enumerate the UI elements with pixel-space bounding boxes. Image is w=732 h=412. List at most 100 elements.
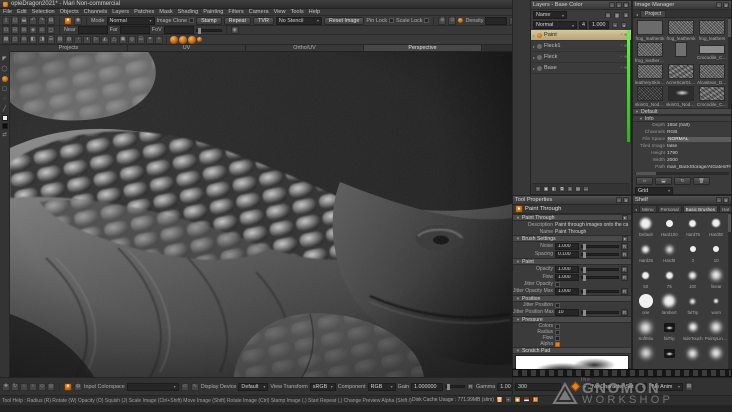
paint-through-tool-icon[interactable]: ● [64,16,72,25]
viewport-tab[interactable]: Ortho/UV [246,45,364,51]
pressure-checkbox[interactable] [555,329,560,335]
menu-item[interactable]: Patches [134,9,154,15]
section-menu-icon[interactable]: ▸ [622,235,628,242]
image-thumbnail[interactable] [699,64,725,79]
pressure-checkbox[interactable] [555,341,560,347]
clear-cache-icon[interactable]: 🗑 [495,396,503,403]
viewport-tab[interactable]: Projects [10,45,128,51]
half-icon[interactable]: ◑ [83,35,91,44]
save-image-button[interactable]: ⬓ [655,177,672,185]
reload-image-button[interactable]: ↻ [674,177,691,185]
mode-dropdown[interactable]: Normal ▾ [106,16,155,25]
brush-item[interactable]: 50 [634,266,658,292]
archive-icon[interactable]: ▤ [47,16,55,25]
view-mode-dropdown[interactable]: Grid ▾ [635,186,673,195]
layers-view-icon[interactable]: ▤ [56,35,64,44]
display-device-dropdown[interactable]: Default ▾ [238,382,269,391]
viewport-3d-canvas[interactable] [10,52,512,377]
mirror-icon[interactable]: ◈ [29,26,37,34]
star-icon[interactable]: ✧ [155,35,163,44]
shader-ball-icon[interactable] [458,18,464,23]
info-group-default[interactable]: ▼ Default [633,108,731,115]
import-icon[interactable]: ↶ [29,16,37,25]
close-panel-icon[interactable]: ✕ [623,197,629,203]
reset-button[interactable]: R [621,265,628,273]
brush-item[interactable]: Hard100 [658,214,682,240]
section-scratch-pad[interactable]: ▼ Scratch Pad [513,347,631,354]
brush-item[interactable]: 10 [705,240,729,266]
layer-mask-icon[interactable]: ▫ [621,54,623,60]
image-thumbnail-cell[interactable]: AcneScar01_N [666,64,696,85]
remove-layer-icon[interactable]: — [583,185,589,192]
paint-target-icon[interactable]: ◨ [38,35,46,44]
section-menu-icon[interactable]: ▸ [622,214,628,221]
brush-item[interactable] [681,344,705,370]
section-brush-settings[interactable]: ▼ Brush Settings ▸ [513,235,631,242]
pressure-checkbox[interactable] [555,323,560,329]
brush-item[interactable]: Hard75 [681,214,705,240]
info-horizontal-scrollbar[interactable] [635,172,729,175]
setting-value-field[interactable]: 1.000 [555,265,579,273]
setting-slider[interactable] [581,266,619,273]
image-thumbnail[interactable] [637,42,663,57]
property-value[interactable]: 1790 [667,151,731,156]
brush-item[interactable]: Default [634,214,658,240]
select-tool-icon[interactable]: ◤ [1,55,9,63]
add-group-icon[interactable]: ▣ [543,185,549,192]
uv-grid-icon[interactable]: ⌗ [146,35,154,44]
menu-item[interactable]: View [274,9,286,15]
layer-expand-icon[interactable]: ▸ [533,66,535,71]
tab-scroll-left-icon[interactable]: ◂ [634,207,638,212]
layer-row[interactable]: ▸ Paint ▫ ∞ [531,30,631,41]
menu-item[interactable]: Filters [228,9,243,15]
collapse-panel-icon[interactable]: ▪ [616,2,622,8]
layer-options-icon[interactable]: a [621,22,627,28]
layers-panel-header[interactable]: Layers - Base Color ▫ ▪ ✕ [531,1,631,10]
eraser-tool-icon[interactable]: ◉ [74,16,82,25]
section-position[interactable]: ▼ Position [513,295,631,302]
swap-colors-icon[interactable]: ⇄ [1,131,9,139]
brush-item[interactable]: 75 [658,266,682,292]
delete-image-button[interactable]: 🗑 [693,177,710,185]
brush-item[interactable]: falTip [658,318,682,344]
image-thumbnail[interactable] [668,86,694,101]
close-panel-icon[interactable]: ✕ [623,2,629,8]
brush-item[interactable]: linear [705,266,729,292]
image-thumbnail-cell[interactable]: frog_leatherskin.tif [635,42,665,63]
project-tab[interactable]: Project [640,10,667,17]
jitter-opacity-max-field[interactable]: 1.000 [555,287,579,295]
character-set-dropdown[interactable]: No Character Set ▾ [589,382,648,391]
property-value[interactable]: mari_BackStorage/AtGates/Fro [667,165,731,170]
user-icon[interactable]: ◉ [513,396,521,403]
image-thumbnail[interactable] [637,20,663,35]
far-field[interactable] [119,26,150,34]
frame-field[interactable]: 300 [515,382,561,391]
active-paint-through-icon[interactable]: ● [64,382,72,391]
screenshot-icon[interactable]: ▣ [119,35,127,44]
menu-item[interactable]: Objects [60,9,79,15]
float-panel-icon[interactable]: ▫ [716,2,722,8]
shelf-tab[interactable]: Menu [639,205,657,212]
quarter-icon[interactable]: ◔ [74,35,82,44]
brush-item[interactable]: 0 [681,240,705,266]
opacity-icon[interactable]: ◎ [47,382,55,391]
fov-slider[interactable] [195,27,222,34]
image-thumbnail[interactable] [699,20,725,35]
brush-item[interactable]: falTip [681,292,705,318]
pin-lock-checkbox[interactable] [389,18,395,23]
pause-cache-icon[interactable]: ▫ [504,396,512,403]
curve-icon[interactable]: ∿ [190,382,199,391]
reset-button[interactable]: R [621,250,628,258]
near-field[interactable] [77,26,108,34]
stamp-preview-icon[interactable]: ◍ [74,382,82,391]
input-colorspace-dropdown[interactable]: ▾ [126,382,179,391]
play-icon[interactable]: ▷ [92,35,100,44]
brush-item[interactable] [658,344,682,370]
image-clone-checkbox[interactable] [189,18,195,23]
reset-button[interactable]: R [621,273,628,281]
add-adjustment-icon[interactable]: + [612,22,618,28]
info-group-info[interactable]: ▼ Info [633,115,731,122]
layer-visibility-icon[interactable] [537,65,543,71]
shelf-scrollbar[interactable] [728,213,731,370]
viewport-tab[interactable]: Perspective [364,45,482,51]
